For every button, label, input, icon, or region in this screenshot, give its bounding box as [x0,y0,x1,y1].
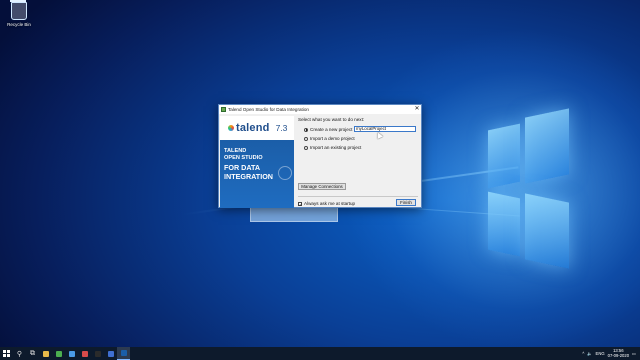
version-label: 7.3 [275,123,288,133]
terminal-icon [94,350,101,357]
clock-date: 07-09-2020 [607,352,630,358]
project-name-input[interactable] [354,126,416,132]
start-button[interactable] [0,347,13,360]
manage-connections-button[interactable]: Manage Connections [298,183,346,190]
talend-app-icon [221,107,226,112]
taskbar-app-button[interactable] [117,347,130,360]
option-label: Import a demo project [310,136,355,141]
talend-logo-text: talend [236,122,270,134]
taskbar-app-button[interactable] [52,347,65,360]
recycle-bin-icon [10,0,27,20]
dialog-titlebar[interactable]: Talend Open Studio for Data Integration … [219,105,421,114]
windows-start-icon [3,350,10,357]
close-button[interactable]: ✕ [413,105,421,114]
taskbar-app-button[interactable] [91,347,104,360]
talend-banner: talend 7.3 TALEND OPEN STUDIO FOR DATA I… [220,116,294,208]
always-ask-checkbox[interactable]: ✓ [298,201,302,206]
show-hidden-icons-chevron[interactable]: ^ [582,351,584,356]
search-button[interactable]: ⚲ [13,347,26,360]
taskbar-app-button[interactable] [39,347,52,360]
recycle-bin-shortcut[interactable]: Recycle Bin [4,0,34,27]
windows-logo-wallpaper [430,105,580,275]
volume-icon[interactable]: 🔈 [587,351,592,357]
banner-line-3: FOR DATA [224,162,261,172]
language-indicator[interactable]: ENG [596,351,605,356]
option-import-existing-project[interactable]: Import an existing project [304,145,361,150]
dialog-title: Talend Open Studio for Data Integration [228,107,309,112]
radio-button[interactable] [304,145,308,150]
options-panel: Select what you want to do next: Create … [298,117,420,209]
banner-line-4: INTEGRATION [224,171,273,181]
taskbar-app-button[interactable] [78,347,91,360]
option-import-demo-project[interactable]: Import a demo project [304,136,355,141]
store-icon [107,350,114,357]
clock[interactable]: 13:56 07-09-2020 [607,348,630,358]
task-view-icon: ⧉ [30,349,35,357]
system-tray: ^ 🔈 ENG 13:56 07-09-2020 ▭ [582,347,636,360]
task-view-button[interactable]: ⧉ [26,347,39,360]
chrome-icon [55,350,62,357]
talend-startup-dialog: Talend Open Studio for Data Integration … [218,104,422,208]
taskbar-app-button[interactable] [104,347,117,360]
banner-line-1: TALEND [224,148,247,154]
radio-button[interactable] [304,127,308,132]
always-ask-row[interactable]: ✓ Always ask me at startup [298,201,355,206]
talend-logo-icon [228,125,234,131]
option-create-new-project[interactable]: Create a new project [304,127,352,132]
option-label: Import an existing project [310,145,362,150]
photos-icon [81,350,88,357]
notifications-icon[interactable]: ▭ [632,351,636,356]
recycle-bin-label: Recycle Bin [7,22,31,27]
banner-line-2: OPEN STUDIO [224,155,263,162]
divider [298,196,418,197]
taskbar-app-button[interactable] [65,347,78,360]
mail-icon [68,350,75,357]
always-ask-label: Always ask me at startup [304,201,356,206]
finish-button[interactable]: Finish [396,199,416,206]
radio-button[interactable] [304,136,308,141]
talend-icon [120,350,127,356]
search-icon: ⚲ [16,350,23,358]
banner-decoration [278,166,292,180]
file-explorer-icon [42,350,49,357]
prompt-text: Select what you want to do next: [298,117,365,122]
option-label: Create a new project [310,127,353,132]
taskbar: ⚲ ⧉ ^ 🔈 ENG 13:56 07-09-2020 ▭ [0,347,640,360]
